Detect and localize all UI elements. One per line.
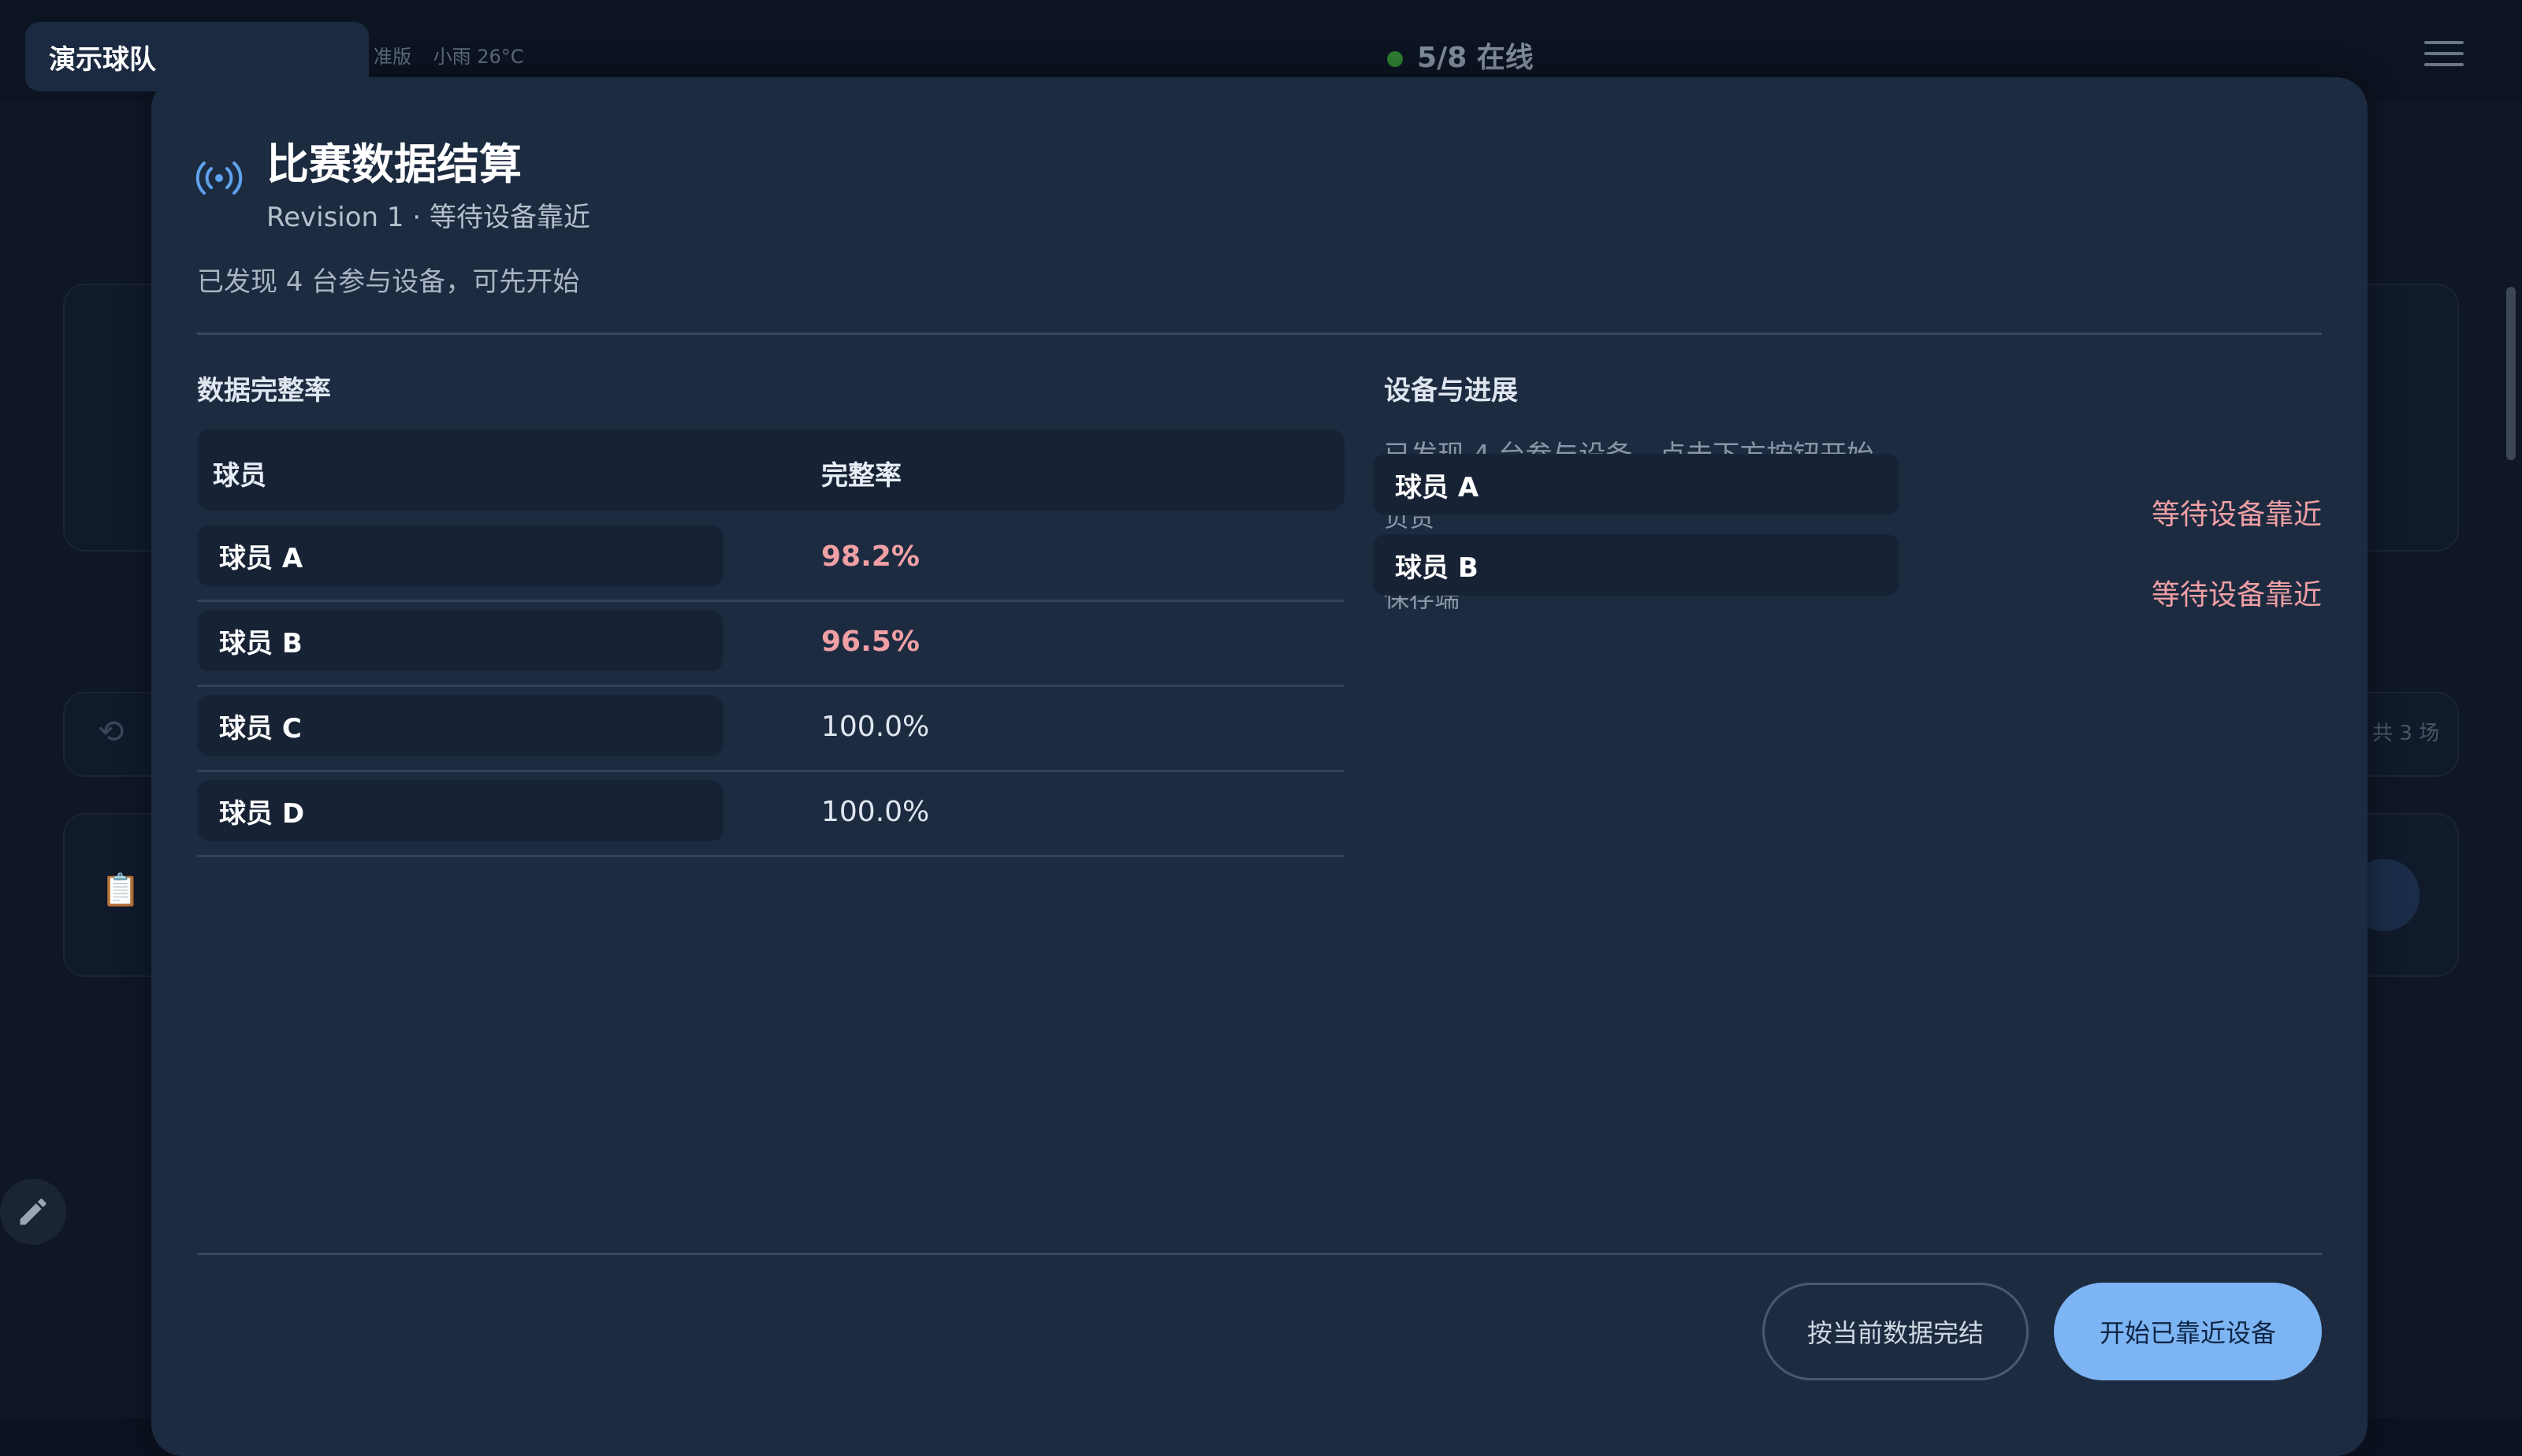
completeness-rate: 96.5% (821, 626, 920, 658)
weather-value: 小雨 26°C (433, 46, 524, 68)
dialog-subtitle: Revision 1 · 等待设备靠近 (266, 202, 590, 233)
pencil-icon (20, 1198, 46, 1225)
online-status: 5/8 在线 (1387, 35, 1534, 76)
completeness-rate: 100.0% (821, 796, 930, 828)
device-player-name: 球员 B (1373, 534, 1899, 596)
divider (197, 332, 2322, 335)
device-status: 等待设备靠近 (2151, 579, 2322, 611)
player-name: 球员 C (197, 695, 723, 756)
column-header-rate: 完整率 (821, 460, 902, 492)
divider (197, 1253, 2322, 1255)
player-name: 球员 B (197, 610, 723, 671)
hamburger-menu-icon[interactable] (2424, 41, 2464, 66)
completeness-rate: 98.2% (821, 540, 920, 573)
table-row: 球员 D 100.0% (197, 772, 1345, 857)
broadcast-signal-icon (195, 162, 243, 195)
player-name: 球员 D (197, 780, 723, 841)
match-settlement-dialog: 比赛数据结算 Revision 1 · 等待设备靠近 已发现 4 台参与设备，可… (151, 77, 2368, 1456)
matches-hint: 共 3 场 (2372, 722, 2440, 745)
completeness-table-header: 球员 完整率 (197, 429, 1345, 511)
finish-with-current-data-button[interactable]: 按当前数据完结 (1762, 1283, 2029, 1380)
table-row: 球员 C 100.0% (197, 687, 1345, 772)
device-status: 等待设备靠近 (2151, 499, 2322, 531)
weather-prefix: 准版 (374, 46, 411, 68)
weather-label: 准版 小雨 26°C (374, 41, 524, 69)
refresh-user-icon: ⟲ (98, 714, 125, 750)
scrollbar[interactable] (2506, 287, 2516, 460)
dialog-note: 已发现 4 台参与设备，可先开始 (197, 266, 580, 298)
devices-section-title: 设备与进展 (1384, 375, 1518, 407)
edit-button[interactable] (0, 1179, 66, 1245)
table-row: 球员 A 98.2% (197, 517, 1345, 602)
device-item: 球员 B 保存端 等待设备靠近 (1373, 534, 2322, 613)
completeness-rate: 100.0% (821, 711, 930, 743)
device-player-name: 球员 A (1373, 454, 1899, 515)
dialog-title: 比赛数据结算 (266, 139, 522, 189)
column-header-player: 球员 (213, 460, 266, 492)
online-dot-icon (1387, 51, 1403, 67)
start-nearby-devices-button[interactable]: 开始已靠近设备 (2054, 1283, 2322, 1380)
completeness-section-title: 数据完整率 (197, 375, 331, 407)
team-name[interactable]: 演示球队 (25, 22, 369, 91)
clipboard-clock-icon: 📋 (101, 872, 140, 908)
table-row: 球员 B 96.5% (197, 602, 1345, 687)
device-item: 球员 A 负责 等待设备靠近 (1373, 454, 2322, 533)
player-name: 球员 A (197, 525, 723, 586)
online-count: 5/8 在线 (1417, 42, 1534, 74)
